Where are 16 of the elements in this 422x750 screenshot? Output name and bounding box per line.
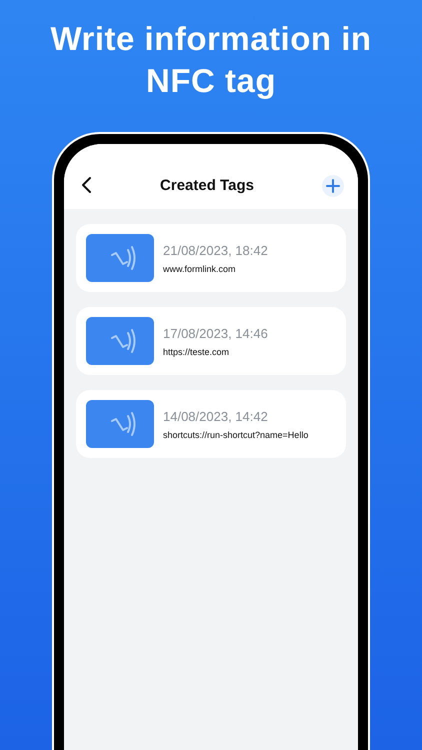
tag-card[interactable]: 21/08/2023, 18:42 www.formlink.com [76, 224, 346, 292]
add-button[interactable] [322, 175, 344, 197]
nfc-icon [86, 400, 154, 448]
tag-content: www.formlink.com [163, 264, 237, 274]
nfc-icon [86, 234, 154, 282]
tag-content: https://teste.com [163, 346, 230, 356]
headline: Write information in NFC tag [49, 19, 373, 101]
tag-date: 14/08/2023, 14:42 [163, 408, 269, 424]
tag-card[interactable]: 17/08/2023, 14:46 https://teste.com [76, 307, 346, 375]
tag-date: 21/08/2023, 18:42 [163, 242, 268, 258]
tag-card[interactable]: 14/08/2023, 14:42 shortcuts://run-shortcut?name=Hello [76, 390, 346, 458]
screen-title: Created Tags [159, 177, 255, 194]
tag-content: shortcuts://run-shortcut?name=Hello [163, 430, 308, 440]
nfc-icon [86, 317, 154, 365]
tag-date: 17/08/2023, 14:46 [163, 326, 268, 340]
back-icon[interactable] [80, 176, 92, 194]
